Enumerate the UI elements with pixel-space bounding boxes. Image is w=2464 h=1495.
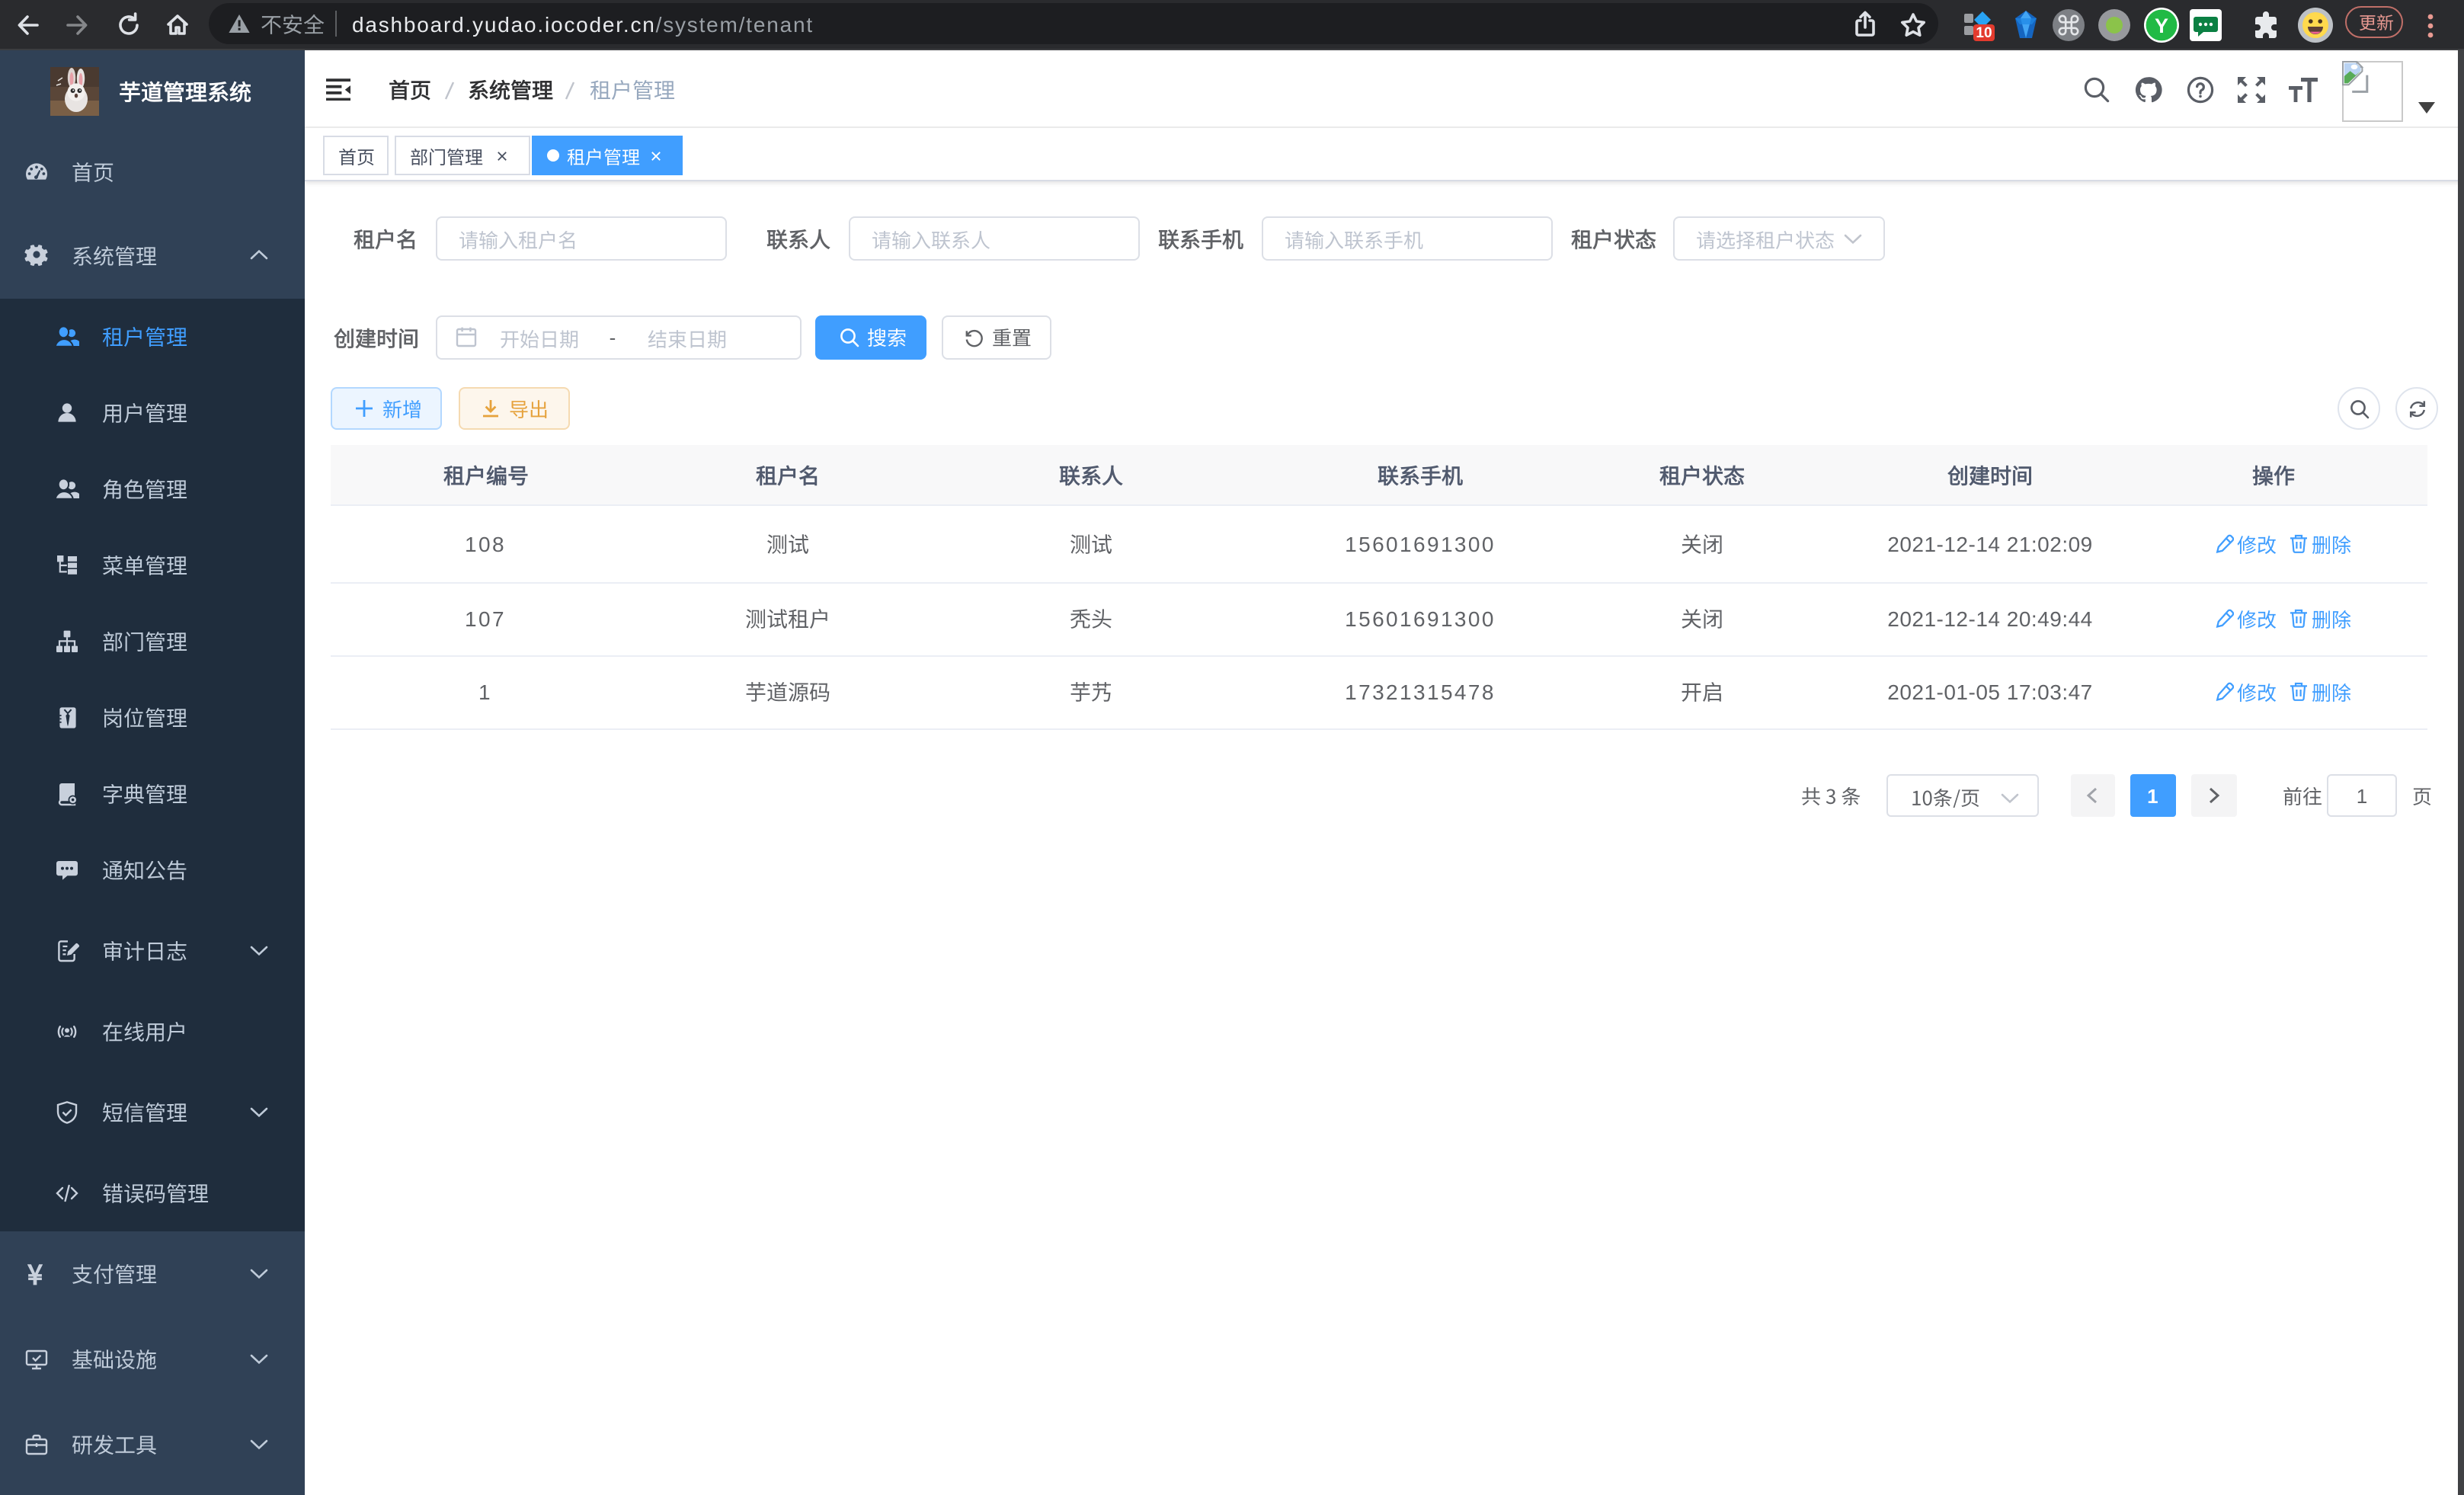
svg-text:10: 10	[1976, 25, 1992, 41]
svg-text:Y: Y	[2155, 14, 2168, 37]
